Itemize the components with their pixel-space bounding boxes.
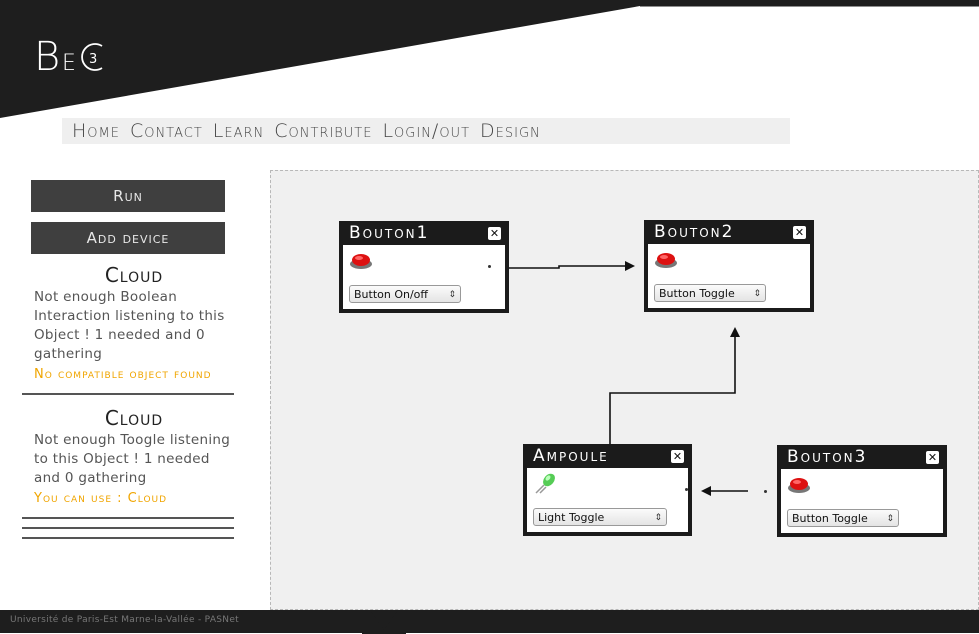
divider — [22, 393, 234, 395]
nav-item-login-out[interactable]: Login/out — [382, 118, 470, 144]
red-button-icon — [788, 478, 810, 493]
svg-text:3: 3 — [89, 52, 97, 67]
device-type-value: Button Toggle — [792, 512, 868, 525]
nav-item-design[interactable]: Design — [480, 118, 541, 144]
device-title: Ampoule — [533, 446, 609, 466]
red-button-icon — [350, 254, 372, 269]
device-card-bouton3[interactable]: Bouton3 ✕ Button Toggle ⇕ — [764, 445, 947, 537]
device-type-select[interactable]: Button Toggle ⇕ — [787, 509, 899, 527]
output-port[interactable] — [488, 265, 491, 268]
header-banner — [0, 0, 979, 118]
device-title: Bouton3 — [787, 447, 868, 467]
close-icon[interactable]: ✕ — [671, 449, 684, 463]
sidebar: Run Add device Cloud Not enough Boolean … — [22, 180, 234, 539]
device-type-value: Button On/off — [354, 288, 428, 301]
nav-item-contribute[interactable]: Contribute — [274, 118, 372, 144]
connection-ampoule-bouton2 — [609, 327, 740, 444]
device-title: Bouton2 — [654, 222, 735, 242]
svg-text:B: B — [34, 34, 60, 80]
device-type-value: Light Toggle — [538, 511, 605, 524]
close-icon[interactable]: ✕ — [926, 450, 939, 464]
cloud-panel: Cloud Not enough Toogle listening to thi… — [22, 407, 234, 507]
divider — [22, 527, 234, 529]
cloud-hint: No compatible object found — [34, 367, 212, 382]
nav-item-contact[interactable]: Contact — [130, 118, 203, 144]
run-button[interactable]: Run — [31, 180, 225, 212]
device-type-select[interactable]: Light Toggle ⇕ — [533, 508, 667, 526]
cloud-title: Cloud — [104, 406, 164, 430]
nav-item-home[interactable]: Home — [72, 118, 120, 144]
connection-bouton1-bouton2 — [508, 261, 635, 271]
device-header[interactable]: Ampoule ✕ — [527, 444, 688, 468]
footer-credit: Université de Paris-Est Marne-la-Vallée … — [10, 615, 240, 625]
nav-item-learn[interactable]: Learn — [213, 118, 264, 144]
device-card-bouton2[interactable]: Bouton2 ✕ Button Toggle ⇕ — [644, 220, 814, 312]
device-type-select[interactable]: Button On/off ⇕ — [349, 285, 461, 303]
green-led-icon — [535, 473, 555, 494]
add-device-button[interactable]: Add device — [31, 222, 225, 254]
footer: Université de Paris-Est Marne-la-Vallée … — [0, 610, 979, 634]
device-type-select[interactable]: Button Toggle ⇕ — [654, 284, 766, 302]
device-card-ampoule[interactable]: Ampoule ✕ Light Toggle ⇕ — [523, 444, 692, 536]
device-header[interactable]: Bouton3 ✕ — [781, 445, 943, 469]
divider — [22, 537, 234, 539]
device-title: Bouton1 — [349, 223, 430, 243]
svg-text:E: E — [62, 51, 76, 76]
cloud-panel: Cloud Not enough Boolean Interaction lis… — [22, 264, 234, 383]
device-header[interactable]: Bouton2 ✕ — [648, 220, 810, 244]
close-icon[interactable]: ✕ — [488, 226, 501, 240]
be3-logo-icon: B E 3 — [34, 34, 103, 80]
main-nav: Home Contact Learn Contribute Login/out … — [62, 118, 790, 144]
device-type-value: Button Toggle — [659, 287, 735, 300]
cloud-message: Not enough Boolean Interaction listening… — [34, 289, 225, 362]
stepper-icon: ⇕ — [886, 514, 894, 524]
stepper-icon: ⇕ — [448, 290, 456, 300]
device-card-bouton1[interactable]: Bouton1 ✕ Button On/off ⇕ — [339, 221, 509, 313]
stepper-icon: ⇕ — [753, 289, 761, 299]
red-button-icon — [655, 253, 677, 268]
stepper-icon: ⇕ — [654, 513, 662, 523]
cloud-message: Not enough Toogle listening to this Obje… — [34, 432, 231, 486]
cloud-hint: You can use : Cloud — [34, 491, 168, 506]
logo[interactable]: B E 3 — [34, 26, 134, 86]
device-header[interactable]: Bouton1 ✕ — [343, 221, 505, 245]
output-port[interactable] — [764, 490, 767, 493]
design-canvas[interactable]: Bouton1 ✕ Button On/off ⇕ Bouton2 ✕ Butt… — [270, 170, 979, 610]
input-port[interactable] — [685, 488, 688, 491]
close-icon[interactable]: ✕ — [793, 225, 806, 239]
divider — [22, 517, 234, 519]
cloud-title: Cloud — [104, 263, 164, 287]
footer-notch — [362, 610, 406, 634]
